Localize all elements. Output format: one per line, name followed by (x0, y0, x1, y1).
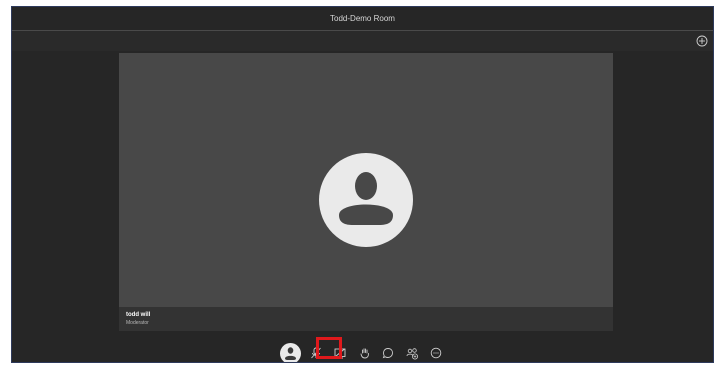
hand-icon (360, 348, 369, 359)
participant-avatar (319, 153, 413, 247)
chat-bubble-icon (382, 348, 393, 359)
user-avatar-icon (285, 347, 296, 360)
people-icon (406, 347, 418, 359)
room-title: Todd-Demo Room (330, 13, 395, 23)
participant-name: todd will (126, 312, 151, 318)
plus-circle-icon (696, 35, 708, 47)
participants-button[interactable] (404, 345, 420, 361)
participant-role: Moderator (126, 320, 149, 326)
title-bar: Todd-Demo Room (12, 7, 713, 29)
participant-info: todd will Moderator (119, 307, 613, 331)
video-stage (119, 53, 613, 307)
add-button[interactable] (695, 34, 709, 48)
user-silhouette-icon (339, 172, 393, 225)
chat-button[interactable] (380, 345, 396, 361)
control-bar (12, 343, 713, 362)
more-options-button[interactable] (428, 345, 444, 361)
ellipsis-circle-icon (430, 347, 442, 359)
meeting-window: Todd-Demo Room todd will Moderator (11, 6, 714, 363)
screen-share-highlight (316, 337, 342, 359)
tab-bar (12, 30, 713, 51)
raise-hand-button[interactable] (357, 345, 373, 361)
self-avatar-button[interactable] (280, 343, 301, 362)
